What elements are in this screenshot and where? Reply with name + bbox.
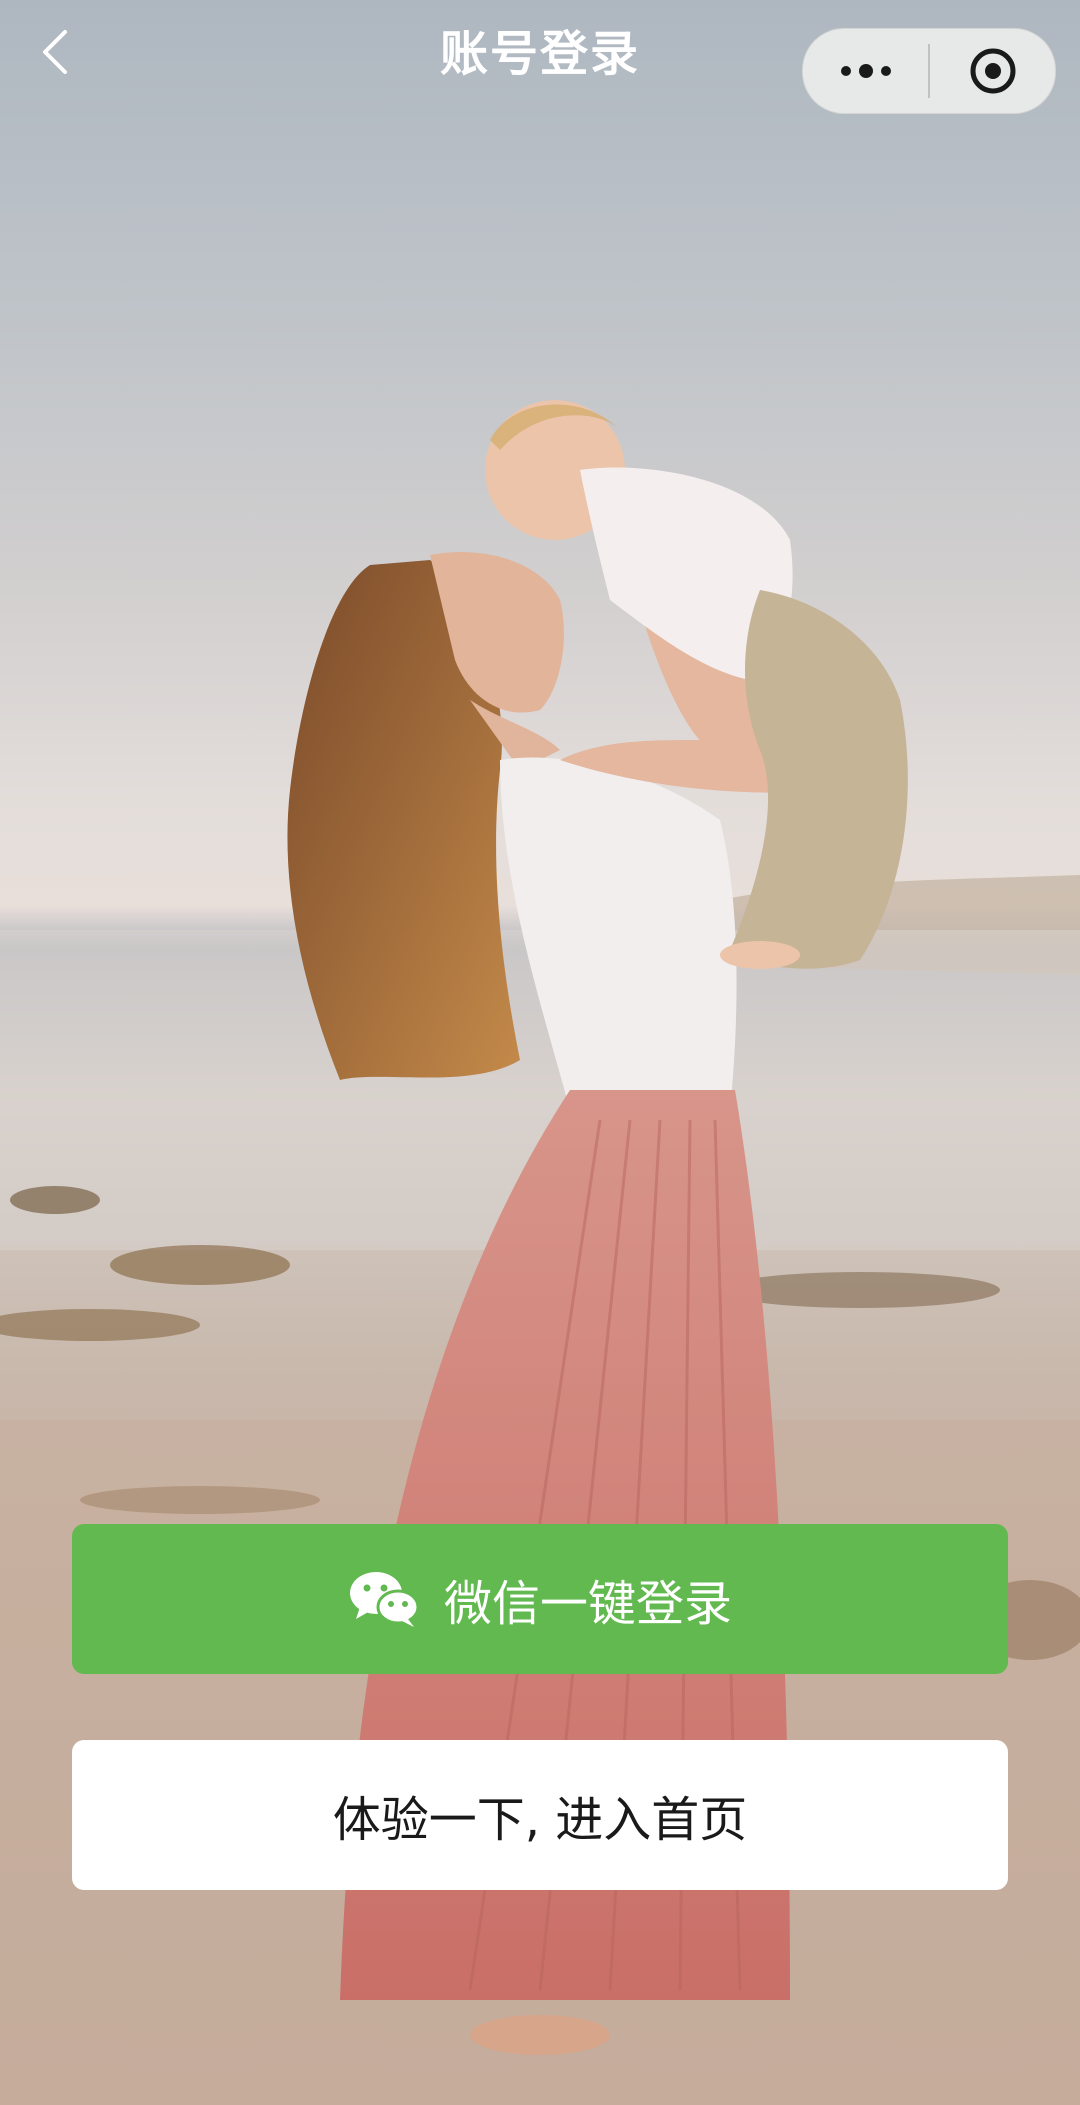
navigation-bar: 账号登录	[0, 0, 1080, 114]
more-dots-icon	[840, 64, 891, 78]
guest-enter-label: 体验一下, 进入首页	[332, 1792, 748, 1848]
wechat-login-label: 微信一键登录	[443, 1576, 732, 1632]
login-screen: 账号登录 微信一键登录 体验一下, 进入首页	[0, 0, 1080, 2105]
mini-program-capsule	[802, 28, 1056, 114]
more-menu-button[interactable]	[803, 29, 928, 113]
wechat-login-button[interactable]: 微信一键登录	[72, 1524, 1008, 1674]
wechat-icon	[349, 1572, 420, 1627]
close-mini-program-button[interactable]	[930, 29, 1055, 113]
guest-enter-button[interactable]: 体验一下, 进入首页	[72, 1740, 1008, 1890]
target-circle-icon	[970, 48, 1015, 94]
